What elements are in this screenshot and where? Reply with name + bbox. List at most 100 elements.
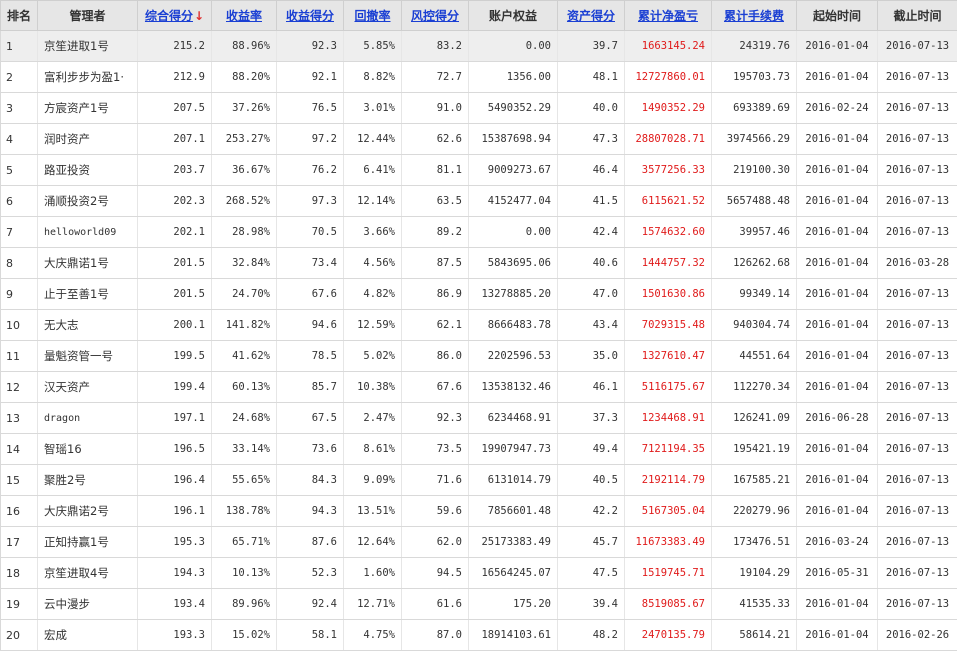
cell-cumulative-net-pnl: 12727860.01 — [625, 62, 712, 93]
table-row[interactable]: 13dragon197.124.68%67.52.47%92.36234468.… — [1, 403, 957, 434]
cell-drawdown-rate: 12.59% — [344, 310, 402, 341]
table-row[interactable]: 11量魁资管一号199.541.62%78.55.02%86.02202596.… — [1, 341, 957, 372]
table-row[interactable]: 6涌顺投资2号202.3268.52%97.312.14%63.54152477… — [1, 186, 957, 217]
cell-return-rate: 24.70% — [212, 279, 277, 310]
table-row[interactable]: 7helloworld09202.128.98%70.53.66%89.20.0… — [1, 217, 957, 248]
cell-composite-score: 207.5 — [138, 93, 212, 124]
cell-return-score: 76.2 — [277, 155, 344, 186]
table-row[interactable]: 18京笙进取4号194.310.13%52.31.60%94.516564245… — [1, 558, 957, 589]
column-header-drawdown-rate[interactable]: 回撤率 — [344, 1, 402, 31]
cell-risk-score: 62.0 — [402, 527, 469, 558]
cell-end-date: 2016-07-13 — [878, 31, 957, 62]
column-header-return-rate[interactable]: 收益率 — [212, 1, 277, 31]
table-row[interactable]: 2富利步步为盈1·212.988.20%92.18.82%72.71356.00… — [1, 62, 957, 93]
cell-return-score: 73.6 — [277, 434, 344, 465]
cell-cumulative-net-pnl: 28807028.71 — [625, 124, 712, 155]
cell-manager: 正知持赢1号 — [38, 527, 138, 558]
cell-asset-score: 40.5 — [558, 465, 625, 496]
cell-risk-score: 81.1 — [402, 155, 469, 186]
cell-manager: helloworld09 — [38, 217, 138, 248]
table-row[interactable]: 5路亚投资203.736.67%76.26.41%81.19009273.674… — [1, 155, 957, 186]
cell-rank: 18 — [1, 558, 38, 589]
column-header-cumulative-fees[interactable]: 累计手续费 — [712, 1, 797, 31]
table-row[interactable]: 17正知持赢1号195.365.71%87.612.64%62.02517338… — [1, 527, 957, 558]
cell-start-date: 2016-01-04 — [797, 620, 878, 651]
cell-cumulative-net-pnl: 1234468.91 — [625, 403, 712, 434]
cell-rank: 1 — [1, 31, 38, 62]
cell-composite-score: 207.1 — [138, 124, 212, 155]
cell-asset-score: 47.0 — [558, 279, 625, 310]
cell-drawdown-rate: 13.51% — [344, 496, 402, 527]
column-header-cumulative-net-pnl[interactable]: 累计净盈亏 — [625, 1, 712, 31]
cell-account-equity: 16564245.07 — [469, 558, 558, 589]
cell-return-rate: 37.26% — [212, 93, 277, 124]
cell-account-equity: 6234468.91 — [469, 403, 558, 434]
table-row[interactable]: 4润时资产207.1253.27%97.212.44%62.615387698.… — [1, 124, 957, 155]
cell-end-date: 2016-07-13 — [878, 279, 957, 310]
cell-rank: 6 — [1, 186, 38, 217]
table-row[interactable]: 14智瑶16196.533.14%73.68.61%73.519907947.7… — [1, 434, 957, 465]
cell-asset-score: 40.6 — [558, 248, 625, 279]
table-row[interactable]: 3方宸资产1号207.537.26%76.53.01%91.05490352.2… — [1, 93, 957, 124]
cell-composite-score: 196.5 — [138, 434, 212, 465]
cell-asset-score: 40.0 — [558, 93, 625, 124]
cell-manager: 富利步步为盈1· — [38, 62, 138, 93]
cell-return-rate: 41.62% — [212, 341, 277, 372]
cell-rank: 14 — [1, 434, 38, 465]
cell-manager: 京笙进取1号 — [38, 31, 138, 62]
table-row[interactable]: 16大庆鼎诺2号196.1138.78%94.313.51%59.6785660… — [1, 496, 957, 527]
table-row[interactable]: 12汉天资产199.460.13%85.710.38%67.613538132.… — [1, 372, 957, 403]
column-header-end-date: 截止时间 — [878, 1, 957, 31]
column-header-label: 账户权益 — [489, 9, 537, 23]
table-row[interactable]: 9止于至善1号201.524.70%67.64.82%86.913278885.… — [1, 279, 957, 310]
cell-cumulative-fees: 940304.74 — [712, 310, 797, 341]
cell-account-equity: 19907947.73 — [469, 434, 558, 465]
cell-return-score: 78.5 — [277, 341, 344, 372]
column-header-return-score[interactable]: 收益得分 — [277, 1, 344, 31]
cell-risk-score: 67.6 — [402, 372, 469, 403]
table-row[interactable]: 1京笙进取1号215.288.96%92.35.85%83.20.0039.71… — [1, 31, 957, 62]
cell-cumulative-fees: 195421.19 — [712, 434, 797, 465]
table-row[interactable]: 19云中漫步193.489.96%92.412.71%61.6175.2039.… — [1, 589, 957, 620]
cell-end-date: 2016-07-13 — [878, 465, 957, 496]
column-header-risk-score[interactable]: 风控得分 — [402, 1, 469, 31]
cell-manager: 量魁资管一号 — [38, 341, 138, 372]
column-header-asset-score[interactable]: 资产得分 — [558, 1, 625, 31]
cell-composite-score: 201.5 — [138, 248, 212, 279]
cell-drawdown-rate: 12.64% — [344, 527, 402, 558]
table-row[interactable]: 20宏成193.315.02%58.14.75%87.018914103.614… — [1, 620, 957, 651]
table-row[interactable]: 8大庆鼎诺1号201.532.84%73.44.56%87.55843695.0… — [1, 248, 957, 279]
cell-rank: 16 — [1, 496, 38, 527]
cell-return-score: 94.6 — [277, 310, 344, 341]
column-header-composite-score[interactable]: 综合得分↓ — [138, 1, 212, 31]
cell-start-date: 2016-01-04 — [797, 186, 878, 217]
cell-end-date: 2016-07-13 — [878, 527, 957, 558]
cell-return-rate: 15.02% — [212, 620, 277, 651]
cell-composite-score: 195.3 — [138, 527, 212, 558]
sort-desc-arrow-icon: ↓ — [194, 9, 204, 23]
cell-return-score: 85.7 — [277, 372, 344, 403]
cell-risk-score: 73.5 — [402, 434, 469, 465]
cell-drawdown-rate: 8.82% — [344, 62, 402, 93]
cell-risk-score: 91.0 — [402, 93, 469, 124]
cell-rank: 5 — [1, 155, 38, 186]
ranking-table: 排名管理者综合得分↓收益率收益得分回撤率风控得分账户权益资产得分累计净盈亏累计手… — [0, 0, 957, 651]
cell-cumulative-net-pnl: 7029315.48 — [625, 310, 712, 341]
cell-start-date: 2016-01-04 — [797, 155, 878, 186]
cell-manager: dragon — [38, 403, 138, 434]
cell-composite-score: 202.3 — [138, 186, 212, 217]
column-header-label: 资产得分 — [567, 9, 615, 23]
cell-manager: 润时资产 — [38, 124, 138, 155]
cell-return-rate: 55.65% — [212, 465, 277, 496]
table-row[interactable]: 10无大志200.1141.82%94.612.59%62.18666483.7… — [1, 310, 957, 341]
cell-cumulative-fees: 19104.29 — [712, 558, 797, 589]
cell-rank: 3 — [1, 93, 38, 124]
table-row[interactable]: 15聚胜2号196.455.65%84.39.09%71.66131014.79… — [1, 465, 957, 496]
cell-end-date: 2016-07-13 — [878, 62, 957, 93]
cell-return-score: 73.4 — [277, 248, 344, 279]
cell-risk-score: 59.6 — [402, 496, 469, 527]
cell-account-equity: 9009273.67 — [469, 155, 558, 186]
cell-return-rate: 268.52% — [212, 186, 277, 217]
cell-return-rate: 141.82% — [212, 310, 277, 341]
cell-account-equity: 4152477.04 — [469, 186, 558, 217]
